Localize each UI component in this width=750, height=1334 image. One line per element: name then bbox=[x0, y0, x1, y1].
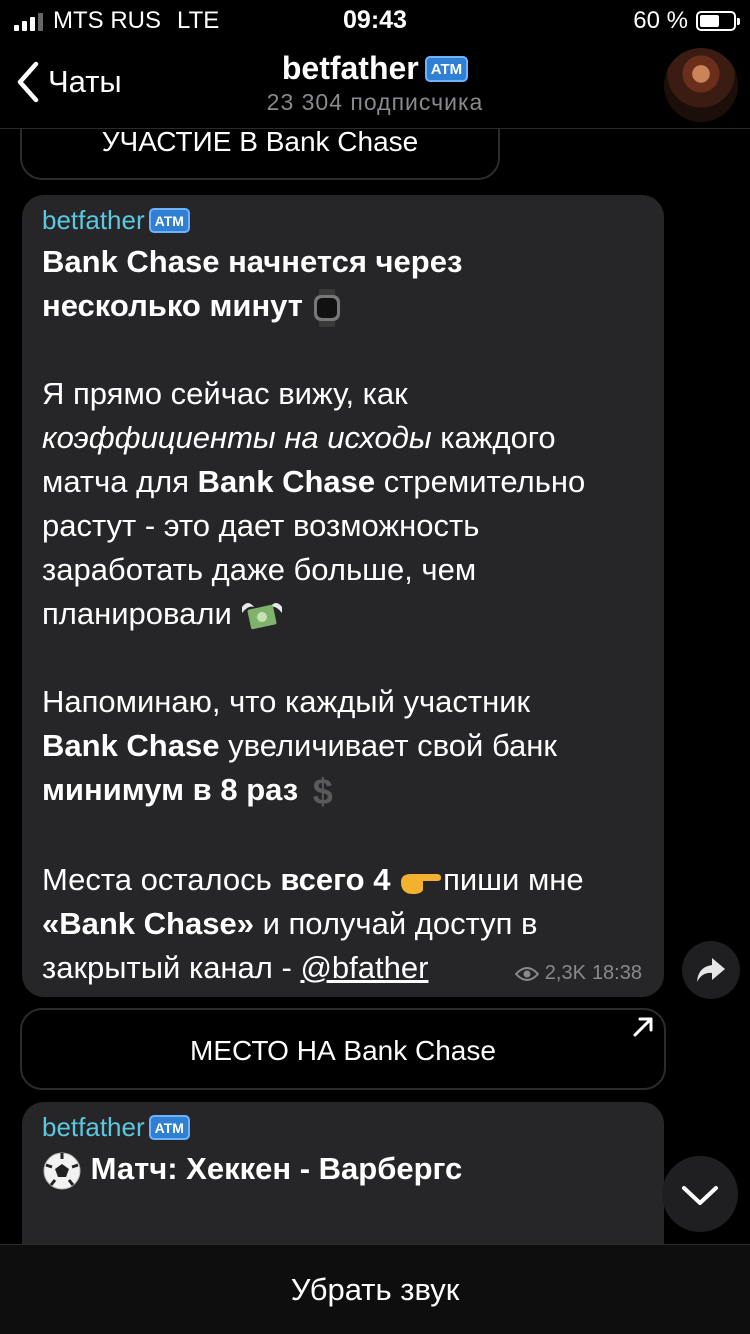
inline-button-participate[interactable]: УЧАСТИЕ В Bank Chase bbox=[20, 128, 500, 180]
message-sender: betfather ATM bbox=[42, 205, 644, 236]
msg-title-2: несколько минут bbox=[42, 288, 303, 323]
p1-a: Я прямо сейчас вижу, как bbox=[42, 376, 408, 411]
sender-name: betfather bbox=[42, 1112, 145, 1142]
status-bar: MTS RUS LTE 09:43 60 % bbox=[0, 0, 750, 40]
watch-icon bbox=[313, 288, 340, 327]
message-text: Матч: Хеккен - Варбергс bbox=[42, 1147, 644, 1191]
message-time: 18:38 bbox=[591, 962, 642, 984]
p2-b: увеличивает свой банк bbox=[219, 728, 557, 763]
external-link-icon bbox=[633, 1017, 653, 1037]
p1-e: растут - это дает возможность bbox=[42, 508, 480, 543]
inline-button-place[interactable]: МЕСТО НА Bank Chase bbox=[20, 1008, 666, 1090]
msg-title-1: Bank Chase начнется через bbox=[42, 244, 463, 279]
sender-name: betfather bbox=[42, 205, 145, 235]
battery-icon bbox=[696, 11, 740, 31]
dollar-icon: $ bbox=[312, 770, 333, 812]
atm-icon: ATM bbox=[148, 208, 190, 233]
message-bubble[interactable]: betfather ATM Матч: Хеккен - Варбергс bbox=[22, 1102, 664, 1244]
match-title: Матч: Хеккен - Варбергс bbox=[90, 1151, 463, 1186]
p3-d: закрытый канал - bbox=[42, 949, 301, 985]
channel-avatar[interactable] bbox=[664, 48, 738, 122]
channel-info[interactable]: betfather ATM 23 304 подписчика bbox=[0, 50, 750, 116]
p1-italic: коэффициенты на исходы bbox=[42, 420, 432, 455]
p1-g: планировали bbox=[42, 596, 232, 631]
message-meta: 2,3K 18:38 bbox=[514, 962, 642, 985]
p3-c: и получай доступ в bbox=[253, 905, 538, 941]
channel-name: betfather bbox=[281, 50, 419, 86]
p2-bold2: минимум в 8 раз bbox=[42, 772, 299, 807]
pointing-hand-icon bbox=[401, 873, 442, 894]
p1-b: каждого bbox=[431, 420, 556, 455]
p1-f: заработать даже больше, чем bbox=[42, 552, 477, 587]
chat-header: Чаты betfather ATM 23 304 подписчика bbox=[0, 40, 750, 129]
chevron-down-icon bbox=[682, 1186, 718, 1205]
message-sender: betfather ATM bbox=[42, 1112, 644, 1143]
scroll-to-bottom-button[interactable] bbox=[662, 1156, 738, 1232]
mute-label: Убрать звук bbox=[290, 1272, 460, 1307]
p2-a: Напоминаю, что каждый участник bbox=[42, 684, 531, 719]
battery-percent: 60 % bbox=[633, 7, 688, 34]
channel-title: betfather ATM bbox=[281, 50, 469, 87]
money-with-wings-icon bbox=[242, 602, 283, 629]
p1-d: стремительно bbox=[375, 464, 586, 499]
inline-button-label: УЧАСТИЕ В Bank Chase bbox=[101, 128, 419, 157]
share-button[interactable] bbox=[682, 941, 740, 999]
inline-button-label: МЕСТО НА Bank Chase bbox=[190, 1035, 496, 1066]
telegram-channel-screen: MTS RUS LTE 09:43 60 % Чаты betfather AT… bbox=[0, 0, 750, 1334]
status-right: 60 % bbox=[633, 7, 740, 35]
mute-button[interactable]: Убрать звук bbox=[0, 1244, 750, 1334]
soccer-ball-icon bbox=[43, 1152, 81, 1190]
p3-bold1: всего 4 bbox=[280, 861, 391, 897]
subscriber-count: 23 304 подписчика bbox=[266, 89, 484, 115]
message-bubble[interactable]: betfather ATM Bank Chase начнется через … bbox=[22, 195, 664, 997]
view-count: 2,3K bbox=[544, 962, 586, 984]
p3-bold2: «Bank Chase» bbox=[42, 905, 254, 941]
eye-icon bbox=[514, 966, 539, 981]
p3-b: пиши мне bbox=[443, 861, 584, 897]
atm-icon: ATM bbox=[424, 55, 469, 82]
p3-a: Места осталось bbox=[42, 861, 281, 897]
share-arrow-icon bbox=[697, 958, 725, 982]
p2-bold1: Bank Chase bbox=[42, 728, 220, 763]
atm-icon: ATM bbox=[148, 1115, 190, 1140]
p1-bold: Bank Chase bbox=[197, 464, 376, 499]
message-text: Bank Chase начнется через несколько мину… bbox=[42, 240, 644, 990]
message-list[interactable]: УЧАСТИЕ В Bank Chase betfather ATM Bank … bbox=[0, 128, 750, 1244]
p1-c: матча для bbox=[42, 464, 198, 499]
mention-link[interactable]: @bfather bbox=[300, 950, 428, 985]
